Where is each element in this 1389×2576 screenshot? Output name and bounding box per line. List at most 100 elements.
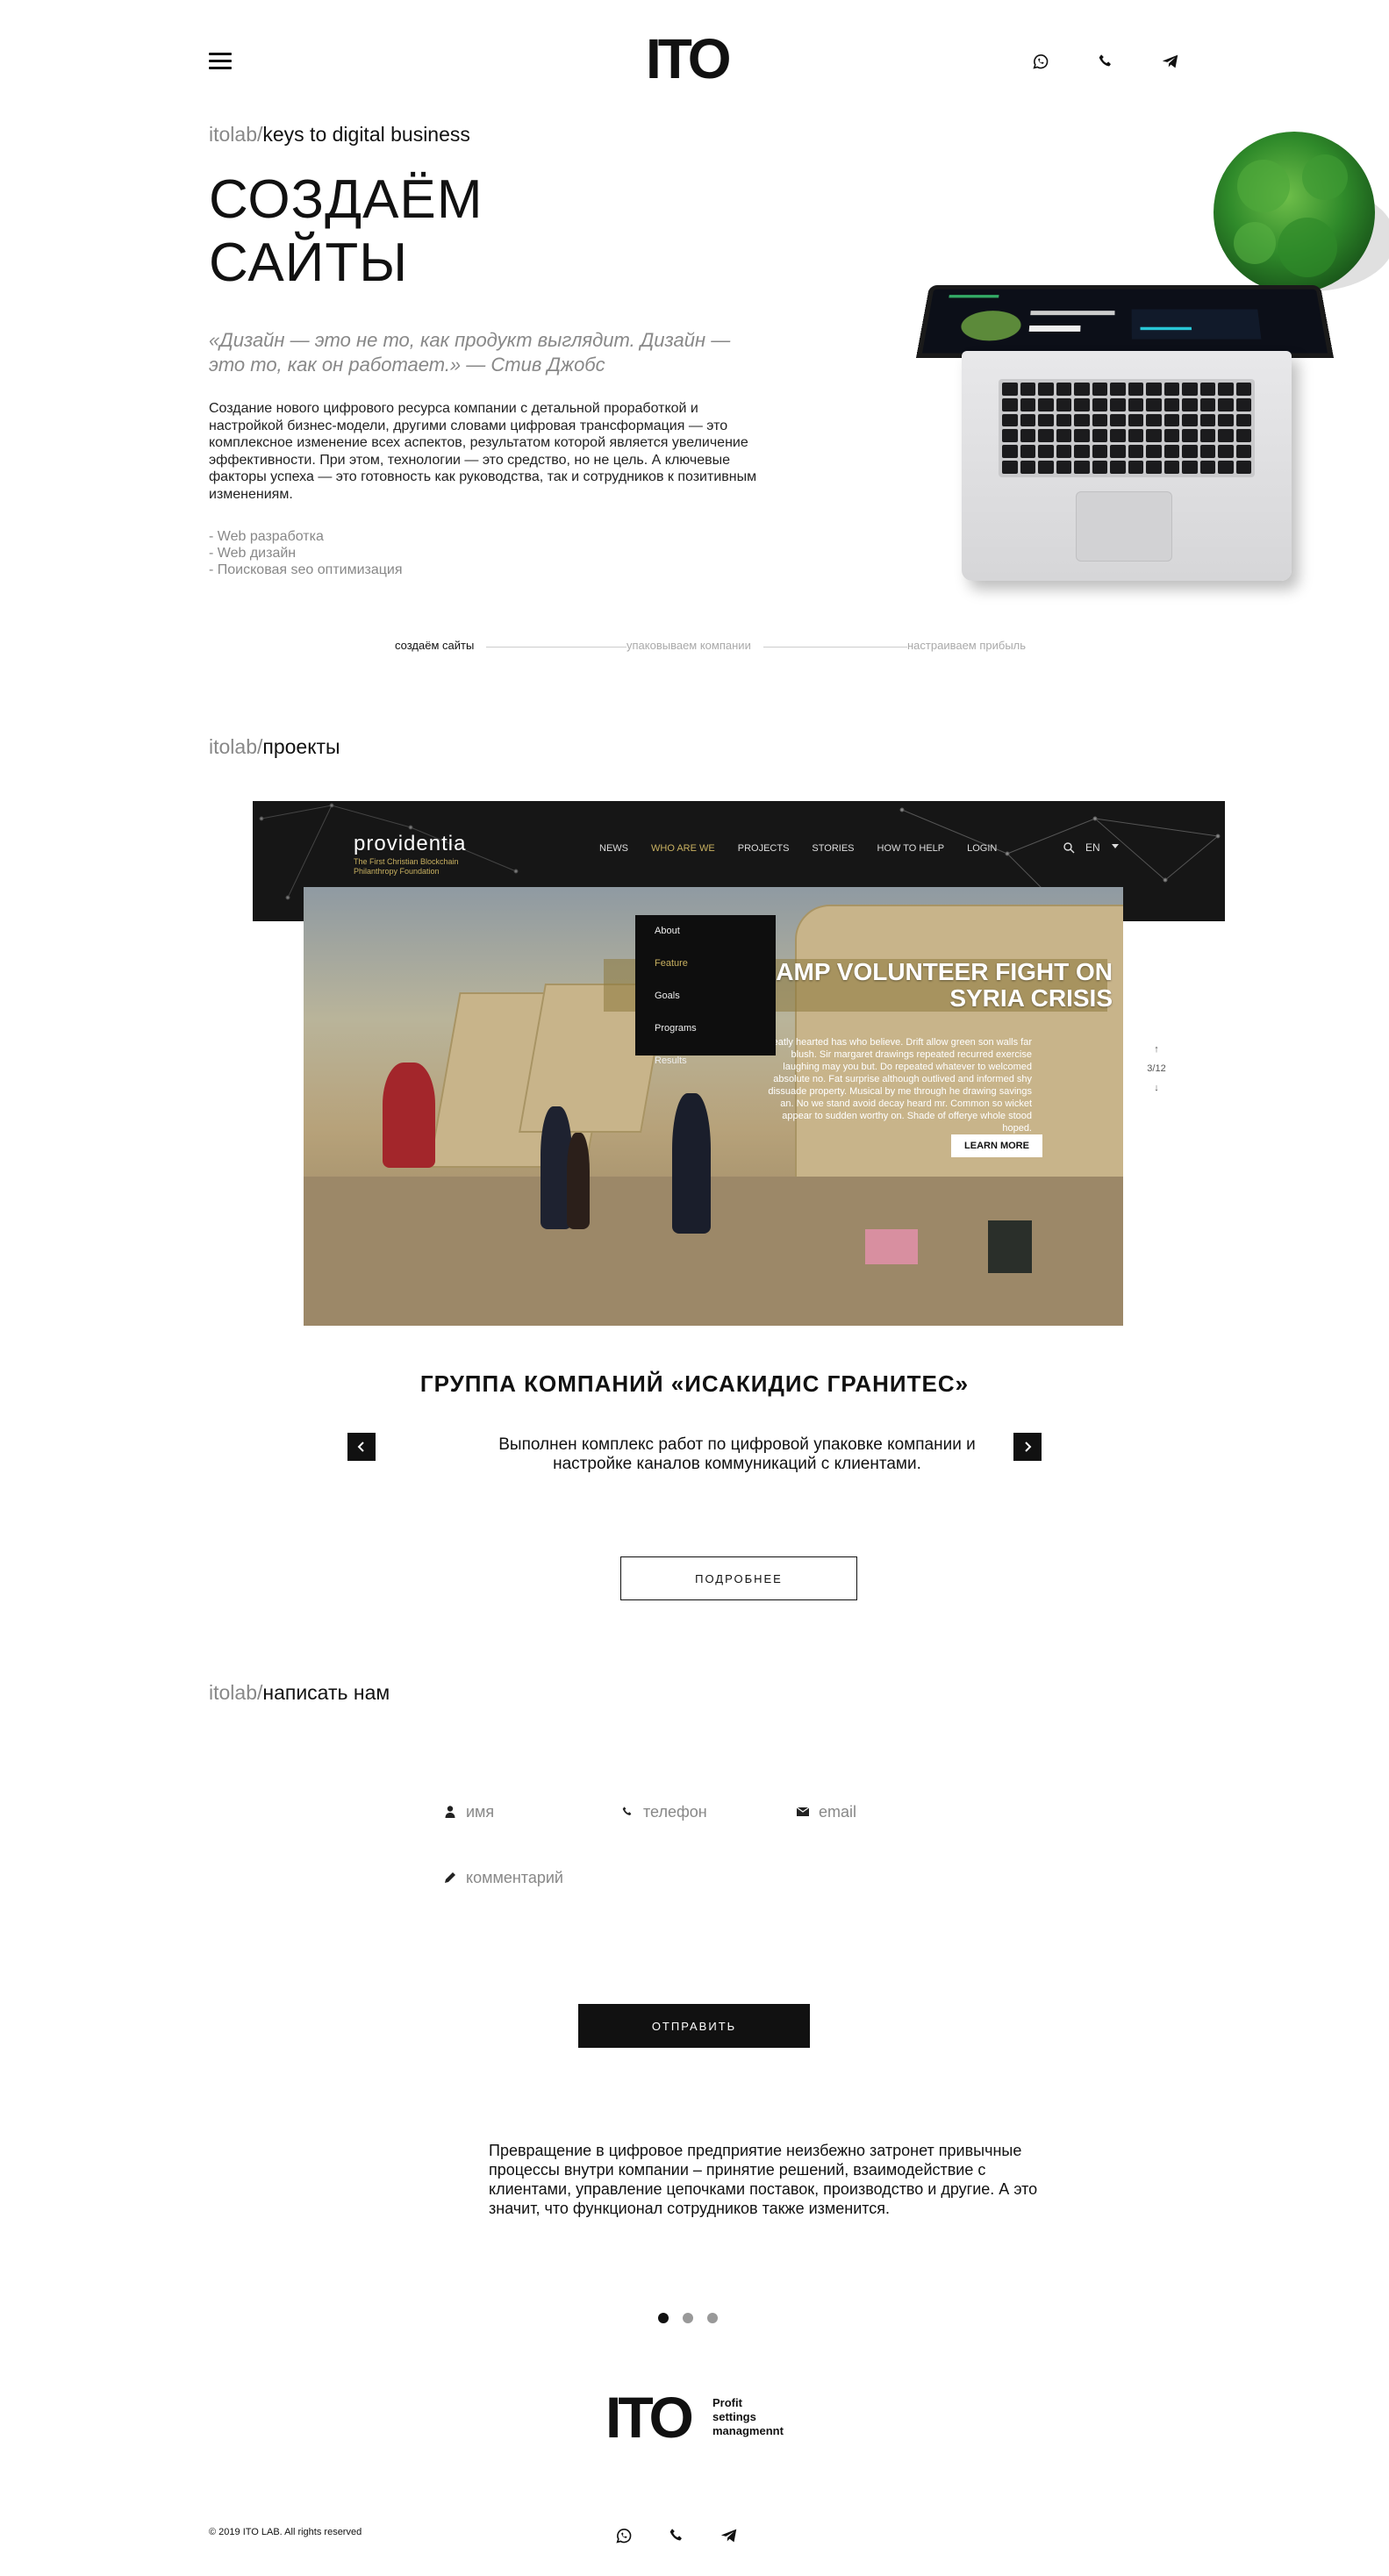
showcase-nav-item[interactable]: STORIES (812, 843, 854, 854)
more-button[interactable]: ПОДРОБНЕЕ (620, 1556, 857, 1600)
hero-title: СОЗДАЁМ САЙТЫ (209, 168, 735, 295)
chevron-left-icon (357, 1442, 364, 1452)
logo[interactable]: ITO (646, 31, 744, 87)
slogan-line: managmennt (712, 2424, 784, 2437)
showcase-logo[interactable]: providentia (354, 832, 466, 856)
key (1128, 445, 1143, 459)
key (1110, 445, 1126, 459)
dropdown-item[interactable]: Feature (655, 958, 776, 969)
hero-kicker: itolab/keys to digital business (209, 123, 470, 147)
dropdown-item[interactable]: Programs (655, 1023, 776, 1034)
envelope-icon (796, 1807, 810, 1816)
key (1074, 397, 1090, 411)
key (1020, 461, 1035, 474)
key (1199, 429, 1215, 443)
dropdown-item[interactable]: About (655, 926, 776, 936)
key (1218, 383, 1234, 396)
key (1163, 413, 1179, 427)
telegram-icon[interactable] (717, 2523, 741, 2548)
projects-kicker: itolab/проекты (209, 735, 340, 759)
whatsapp-icon[interactable] (612, 2523, 636, 2548)
slider-dot[interactable] (683, 2313, 693, 2323)
showcase-nav-item[interactable]: LOGIN (967, 843, 997, 854)
showcase-body: Greatly hearted has who believe. Drift a… (762, 1037, 1032, 1134)
key (1020, 383, 1035, 396)
telegram-icon[interactable] (1158, 49, 1183, 74)
laptop-image (962, 351, 1292, 581)
slider-dots (658, 2313, 718, 2323)
key (1182, 429, 1198, 443)
project-screenshot[interactable]: providentia The First Christian Blockcha… (253, 801, 1225, 1326)
comment-field (443, 1860, 729, 1895)
showcase-nav-item[interactable]: WHO ARE WE (651, 843, 715, 854)
learn-more-button[interactable]: LEARN MORE (951, 1134, 1042, 1157)
key (1056, 461, 1071, 474)
key (1163, 445, 1179, 459)
slogan-line: Profit (712, 2396, 742, 2409)
key (1110, 397, 1126, 411)
phone-icon[interactable] (664, 2523, 689, 2548)
key (1199, 445, 1215, 459)
kicker-text: keys to digital business (262, 123, 470, 146)
pencil-icon (445, 1872, 455, 1883)
step-divider (763, 647, 907, 648)
dropdown-item[interactable]: Goals (655, 991, 776, 1001)
service-item: - Web разработка (209, 529, 324, 544)
language-selector[interactable]: EN (1085, 841, 1100, 854)
search-icon[interactable] (1063, 841, 1075, 854)
key (1020, 397, 1035, 411)
key (1002, 429, 1018, 443)
step-3[interactable]: настраиваем прибыль (907, 639, 1026, 652)
key (1092, 429, 1107, 443)
phone-input[interactable] (643, 1802, 775, 1821)
key (1218, 413, 1234, 427)
step-1[interactable]: создаём сайты (395, 639, 474, 652)
hero-description: Создание нового цифрового ресурса компан… (209, 401, 757, 502)
showcase-nav-item[interactable]: HOW TO HELP (877, 843, 945, 854)
key (1182, 397, 1198, 411)
menu-icon[interactable] (209, 53, 232, 70)
key (1146, 461, 1162, 474)
key (1002, 397, 1018, 411)
slider-text: Превращение в цифровое предприятие неизб… (489, 2142, 1038, 2217)
phone-field (620, 1794, 775, 1829)
kicker-text: проекты (262, 735, 340, 758)
key (1199, 383, 1215, 396)
showcase-tagline: The First Christian Blockchain Philanthr… (354, 857, 459, 876)
send-button[interactable]: ОТПРАВИТЬ (578, 2004, 810, 2048)
arrow-down-icon[interactable]: ↓ (1139, 1078, 1174, 1098)
step-2[interactable]: упаковываем компании (626, 639, 751, 652)
project-description: Выполнен комплекс работ по цифровой упак… (498, 1435, 976, 1473)
slider-dot[interactable] (707, 2313, 718, 2323)
slogan-line: settings (712, 2410, 756, 2423)
showcase-dropdown-menu: About Feature Goals Programs Results (635, 915, 776, 1066)
dropdown-item[interactable]: Results (655, 1055, 776, 1066)
footer-logo[interactable]: ITO (605, 2388, 694, 2446)
phone-icon[interactable] (1093, 49, 1118, 74)
key (1056, 383, 1071, 396)
key (1110, 429, 1126, 443)
name-input[interactable] (466, 1802, 598, 1821)
key (1128, 397, 1143, 411)
key (1002, 445, 1018, 459)
services-list: - Web разработка - Web дизайн - Поискова… (209, 528, 560, 578)
key (1038, 413, 1054, 427)
arrow-up-icon[interactable]: ↑ (1139, 1040, 1174, 1059)
key (1038, 461, 1054, 474)
key (1074, 383, 1090, 396)
showcase-nav-item[interactable]: PROJECTS (738, 843, 790, 854)
prev-project-button[interactable] (347, 1433, 376, 1461)
email-input[interactable] (819, 1802, 950, 1821)
key (1218, 429, 1234, 443)
chevron-down-icon[interactable] (1111, 841, 1120, 850)
hero-title-line1: СОЗДАЁМ (209, 169, 483, 230)
key (1182, 445, 1198, 459)
showcase-nav-item[interactable]: NEWS (599, 843, 628, 854)
slider-dot[interactable] (658, 2313, 669, 2323)
footer-slogan: Profit settings managmennt (712, 2396, 784, 2438)
whatsapp-icon[interactable] (1028, 49, 1053, 74)
key (1074, 429, 1090, 443)
next-project-button[interactable] (1013, 1433, 1042, 1461)
comment-input[interactable] (466, 1868, 729, 1887)
phone-icon (622, 1807, 632, 1815)
